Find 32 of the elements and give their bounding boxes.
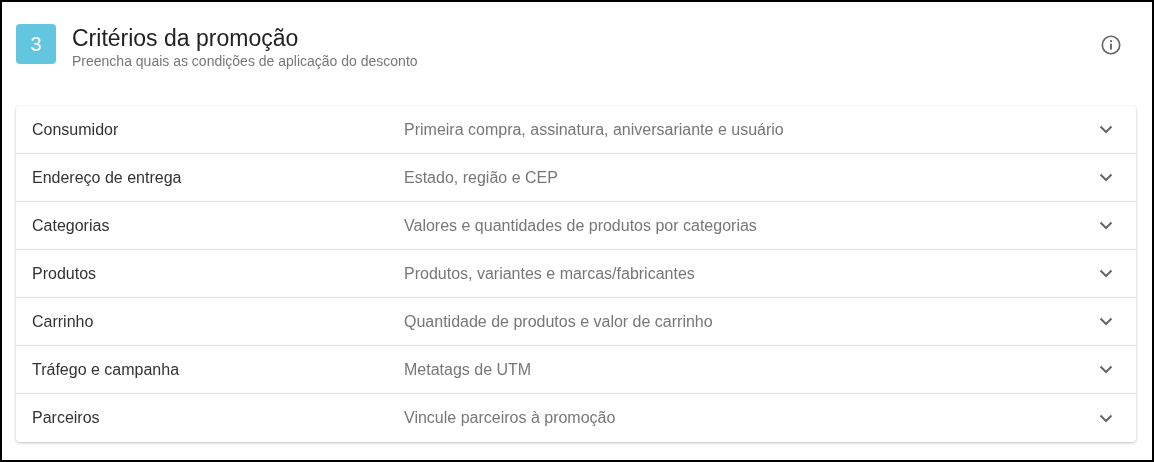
info-icon[interactable]: [1100, 34, 1122, 56]
chevron-icon: [1099, 365, 1113, 374]
row-label: Consumidor: [32, 119, 120, 140]
chevron-icon: [1099, 173, 1113, 182]
accordion-row[interactable]: Parceiros Vincule parceiros à promoção: [16, 394, 1136, 442]
accordion-row[interactable]: Tráfego e campanha Metatags de UTM: [16, 346, 1136, 394]
row-label: Parceiros: [32, 408, 101, 428]
step-badge: 3: [16, 24, 56, 64]
chevron-icon: [1099, 269, 1113, 278]
row-label: Produtos: [32, 263, 98, 284]
row-label: Tráfego e campanha: [32, 359, 181, 380]
chevron-icon: [1099, 221, 1113, 230]
row-description: Estado, região e CEP: [404, 167, 559, 188]
row-label: Endereço de entrega: [32, 167, 183, 188]
chevron-icon: [1099, 317, 1113, 326]
accordion-row[interactable]: Categorias Valores e quantidades de produtos por categorias: [16, 202, 1136, 250]
row-description: Produtos, variantes e marcas/fabricantes: [404, 263, 696, 284]
accordion-row[interactable]: Endereço de entrega Estado, região e CEP: [16, 154, 1136, 202]
chevron-icon: [1099, 413, 1113, 423]
row-description: Valores e quantidades de produtos por categorias: [404, 215, 758, 236]
row-label: Categorias: [32, 215, 111, 236]
row-description: Vincule parceiros à promoção: [404, 408, 617, 428]
row-description: Metatags de UTM: [404, 359, 533, 380]
chevron-icon: [1099, 125, 1113, 134]
accordion-row[interactable]: Consumidor Primeira compra, assinatura, aniversariante e usuário: [16, 106, 1136, 154]
row-label: Carrinho: [32, 311, 95, 332]
section-subtitle: Preencha quais as condições de aplicação do desconto: [72, 52, 419, 70]
row-description: Quantidade de produtos e valor de carrinho: [404, 311, 714, 332]
section-title: Critérios da promoção: [72, 24, 300, 52]
row-description: Primeira compra, assinatura, aniversariante e usuário: [404, 119, 785, 140]
accordion-row[interactable]: Carrinho Quantidade de produtos e valor de carrinho: [16, 298, 1136, 346]
accordion-row[interactable]: Produtos Produtos, variantes e marcas/fabricantes: [16, 250, 1136, 298]
